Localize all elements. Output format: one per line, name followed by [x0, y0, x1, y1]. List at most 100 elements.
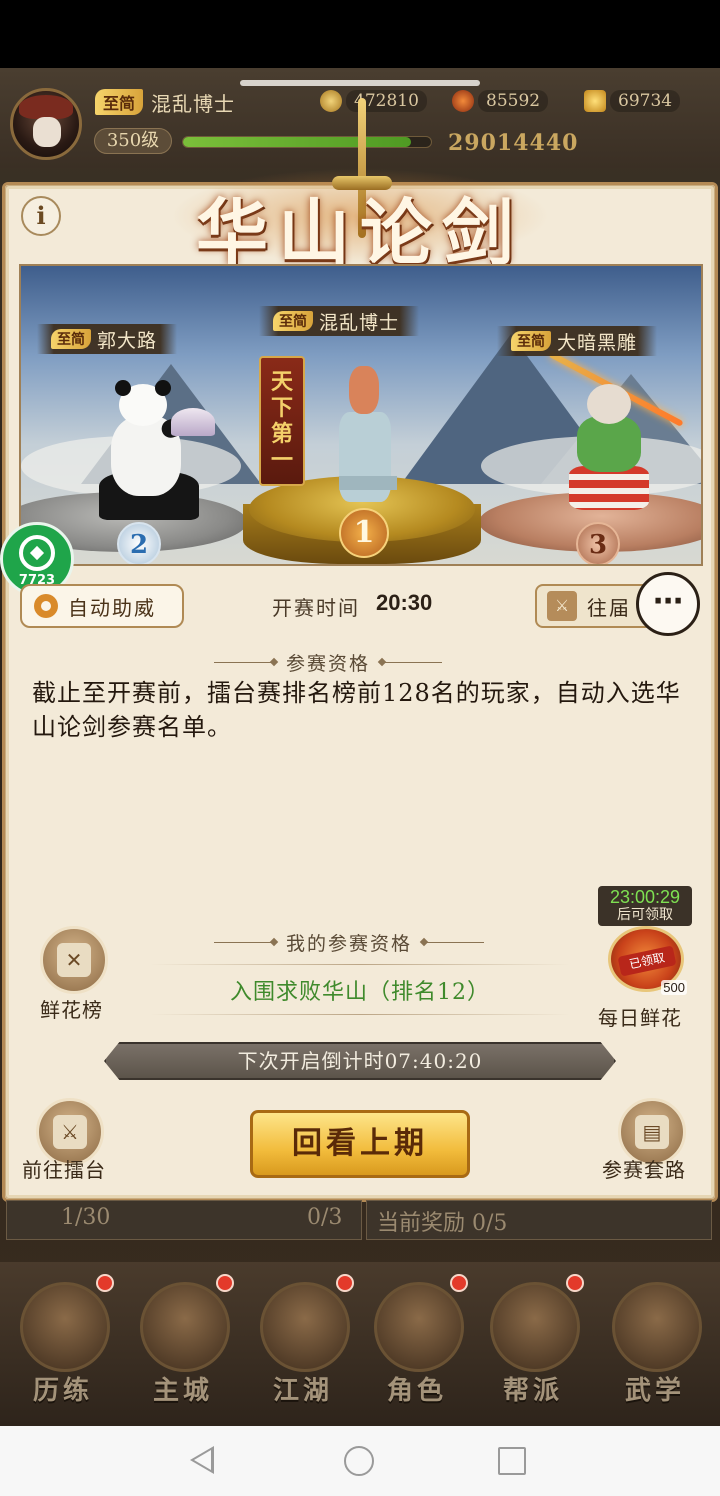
nav-item-jianghu[interactable]: 江湖 — [248, 1274, 358, 1414]
scroll-icon — [612, 1282, 702, 1372]
exp-bar — [182, 136, 432, 148]
crossed-swords-icon: ⚔ — [53, 1115, 87, 1149]
game-screen: 至简 混乱博士 472810 85592 69734 350级 29014440… — [0, 0, 720, 1496]
notification-dot — [336, 1274, 354, 1292]
player-name-row: 至简 混乱博士 — [95, 88, 235, 116]
rank-1-medal: 1 — [339, 508, 389, 558]
notification-dot — [566, 1274, 584, 1292]
book-icon: ▤ — [635, 1115, 669, 1149]
second-place-banner: 至简 郭大路 — [37, 324, 178, 354]
drag-handle[interactable] — [240, 80, 480, 86]
info-button[interactable]: i — [21, 196, 61, 236]
vip-tag: 至简 — [51, 329, 91, 349]
third-place-name: 大暗黑雕 — [557, 331, 638, 354]
nav-label: 主城 — [152, 1376, 213, 1406]
nav-item-character[interactable]: 角色 — [362, 1274, 472, 1414]
stamina-icon — [452, 90, 474, 112]
player-name: 混乱博士 — [151, 91, 236, 116]
nav-label: 江湖 — [272, 1376, 333, 1406]
routine-label: 参赛套路 — [602, 1158, 686, 1182]
notification-dot — [216, 1274, 234, 1292]
go-arena-label: 前往擂台 — [22, 1158, 106, 1182]
nav-item-main-city[interactable]: 主城 — [128, 1274, 238, 1414]
player-avatar[interactable] — [10, 88, 82, 160]
flower-rank-label: 鲜花榜 — [40, 998, 103, 1022]
training-icon — [20, 1282, 110, 1372]
flag-char: 第 — [270, 421, 293, 447]
stamina-resource[interactable]: 85592 — [452, 88, 549, 114]
vip-tag: 至简 — [273, 311, 313, 331]
flower-count: 500 — [661, 980, 687, 995]
review-last-button[interactable]: 回看上期 — [250, 1110, 470, 1178]
vip-tag: 至简 — [95, 89, 144, 115]
third-place-banner: 至简 大暗黑雕 — [497, 326, 658, 356]
level-badge: 350级 — [94, 128, 172, 154]
nav-label: 角色 — [386, 1376, 447, 1406]
flag-char: 天 — [270, 369, 293, 395]
back-icon[interactable] — [190, 1446, 214, 1474]
flower-rank-button[interactable]: ✕ — [40, 926, 108, 994]
under-strip-left-mid: 0/3 — [307, 1205, 343, 1230]
nav-item-martial-arts[interactable]: 武学 — [600, 1274, 710, 1414]
start-time-label: 开赛时间 — [272, 596, 360, 620]
past-sessions-label: 往届 — [587, 595, 631, 620]
face-icon — [33, 117, 61, 147]
timer-note: 后可领取 — [617, 907, 673, 923]
qualification-header-text: 参赛资格 — [286, 652, 371, 675]
recent-apps-icon[interactable] — [498, 1447, 526, 1475]
title-plate: 华山论剑 — [110, 98, 610, 275]
character-icon — [374, 1282, 464, 1372]
gold-resource[interactable]: 69734 — [584, 88, 681, 114]
daily-flower-label: 每日鲜花 — [598, 1006, 682, 1030]
under-strip-left-text: 1/30 — [61, 1205, 111, 1230]
qualification-header: 参赛资格 — [214, 650, 443, 675]
notification-dot — [96, 1274, 114, 1292]
my-qualification-header-text: 我的参赛资格 — [286, 932, 413, 955]
nav-label: 历练 — [32, 1376, 93, 1406]
rank-2-medal: 2 — [117, 522, 161, 564]
under-strip-right: 当前奖励 0/5 — [366, 1200, 712, 1240]
target-icon — [19, 535, 55, 571]
notification-dot — [450, 1274, 468, 1292]
hat-icon — [19, 95, 73, 119]
rank-3-medal: 3 — [576, 522, 620, 564]
crossed-swords-icon: ✕ — [57, 943, 91, 977]
nav-label: 帮派 — [502, 1376, 563, 1406]
my-qualification-header: 我的参赛资格 — [214, 930, 485, 955]
fan-icon — [171, 408, 215, 436]
combat-power: 29014440 — [448, 130, 579, 156]
auto-cheer-button[interactable]: 自动助威 — [20, 584, 184, 628]
under-strip-left: 1/30 0/3 — [6, 1200, 362, 1240]
flag-char: 下 — [270, 395, 293, 421]
second-place-name: 郭大路 — [97, 329, 158, 352]
nav-item-guild[interactable]: 帮派 — [478, 1274, 588, 1414]
exp-fill — [183, 137, 412, 147]
my-qualification-value: 入围求败华山（排名12） — [230, 980, 490, 1005]
flag-char: 一 — [270, 447, 293, 473]
under-strip-right-text: 当前奖励 0/5 — [377, 1211, 508, 1236]
gold-ingot-icon — [584, 90, 606, 112]
crossed-swords-icon: ⚔ — [547, 591, 577, 621]
timer-value: 23:00:29 — [609, 887, 681, 907]
copper-resource[interactable]: 472810 — [320, 88, 427, 114]
status-strip — [0, 0, 720, 68]
home-icon[interactable] — [344, 1446, 374, 1476]
third-place-character[interactable] — [577, 416, 641, 472]
nav-item-training[interactable]: 历练 — [8, 1274, 118, 1414]
vip-tag: 至简 — [511, 331, 551, 351]
first-place-banner: 至简 混乱博士 — [259, 306, 420, 336]
city-gate-icon — [140, 1282, 230, 1372]
countdown-bar: 下次开启倒计时07:40:20 — [104, 1042, 616, 1080]
stamina-value: 85592 — [478, 90, 549, 112]
daily-flower-button[interactable]: 已领取 500 — [608, 926, 687, 995]
gold-value: 69734 — [610, 90, 681, 112]
claimed-stamp: 已领取 — [617, 945, 677, 977]
first-place-name: 混乱博士 — [319, 311, 400, 334]
podium-scene: 天 下 第 一 至简 郭大路 至简 混乱博士 至简 大暗黑雕 2 1 3 — [19, 264, 703, 566]
sword-icon — [260, 1282, 350, 1372]
guild-icon — [490, 1282, 580, 1372]
nav-label: 武学 — [624, 1376, 685, 1406]
start-time-value: 20:30 — [376, 590, 433, 615]
daily-flower-timer: 23:00:29 后可领取 — [598, 886, 692, 926]
chat-bubble-icon[interactable]: ⋯ — [636, 572, 700, 636]
